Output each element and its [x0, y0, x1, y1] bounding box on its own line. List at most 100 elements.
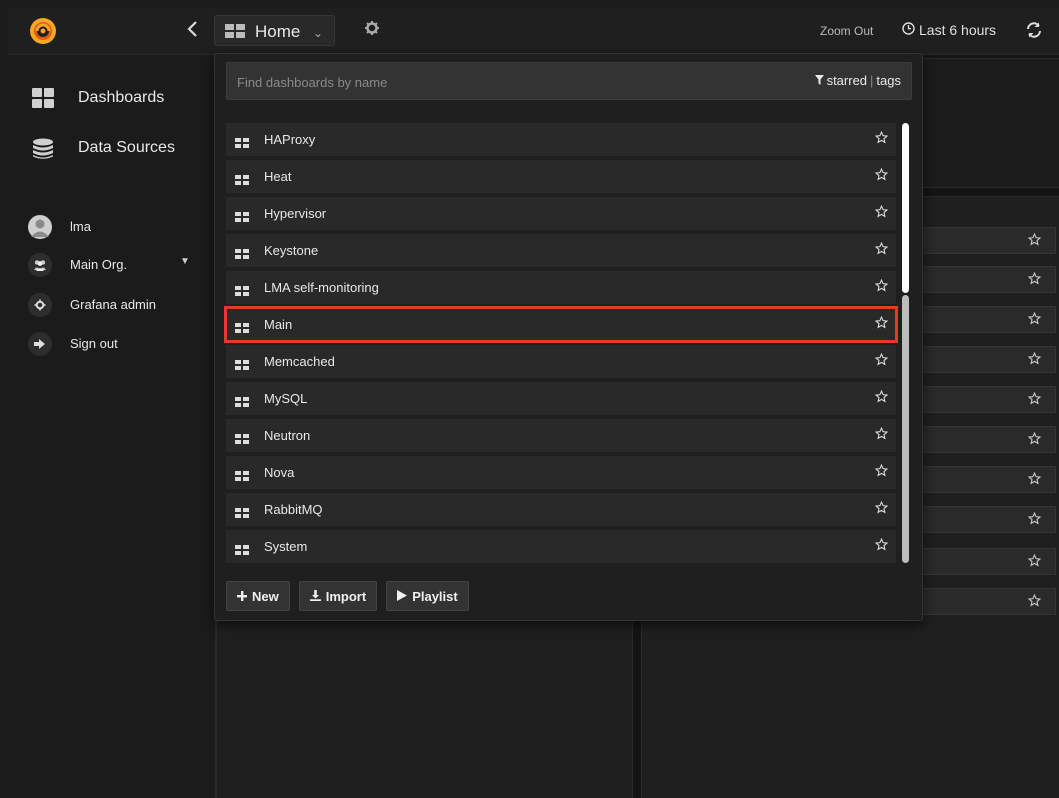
star-icon[interactable] [874, 167, 889, 186]
dashboard-name: LMA self-monitoring [264, 280, 379, 295]
org-switcher[interactable]: Main Org. ▼ [8, 250, 215, 280]
star-icon[interactable] [874, 204, 889, 223]
dashboard-list-item[interactable]: HAProxy [226, 123, 896, 156]
dashboard-name: Hypervisor [264, 206, 327, 221]
star-icon[interactable] [874, 426, 889, 445]
dashboard-grid-icon [235, 505, 249, 523]
sign-out-icon [28, 332, 52, 356]
sidebar-item-dashboards[interactable]: Dashboards [8, 77, 215, 121]
dashboard-list-item[interactable]: Keystone [226, 234, 896, 267]
caret-down-icon: ▼ [180, 256, 190, 267]
dashboard-name: Neutron [264, 428, 311, 443]
download-icon [309, 589, 321, 604]
star-icon [1027, 431, 1042, 450]
dashboard-name: Nova [264, 465, 295, 480]
dashboard-list-item[interactable]: LMA self-monitoring [226, 271, 896, 304]
dropdown-actions: New Import Playlist [226, 581, 469, 611]
dashboard-picker-button[interactable]: Home ⌄ [214, 15, 335, 46]
dashboard-name: HAProxy [264, 132, 316, 147]
star-icon[interactable] [874, 500, 889, 519]
star-icon [1027, 511, 1042, 530]
star-icon[interactable] [874, 278, 889, 297]
dashboard-grid-icon [235, 209, 249, 227]
sign-out-item[interactable]: Sign out [8, 329, 215, 359]
search-filters: starred | tags [814, 73, 901, 88]
dashboard-grid-icon [225, 24, 245, 44]
star-icon[interactable] [874, 537, 889, 556]
dashboard-list-item[interactable]: Memcached [226, 345, 896, 378]
import-dashboard-button[interactable]: Import [298, 581, 378, 611]
refresh-icon[interactable] [1025, 21, 1043, 44]
star-icon[interactable] [874, 352, 889, 371]
dashboard-list-item[interactable]: Neutron [226, 419, 896, 452]
dashboard-list-item[interactable]: MySQL [226, 382, 896, 415]
org-name: Main Org. [70, 257, 128, 272]
dashboard-list-item[interactable]: Hypervisor [226, 197, 896, 230]
dashboard-search-dropdown: starred | tags HAProxy Heat Hypervisor [214, 53, 923, 621]
play-icon [397, 589, 408, 604]
grafana-admin-label: Grafana admin [70, 297, 156, 312]
dashboard-grid-icon [235, 135, 249, 153]
star-icon[interactable] [874, 130, 889, 149]
star-icon [1027, 471, 1042, 490]
star-icon [1027, 232, 1042, 251]
star-icon [1027, 593, 1042, 612]
dashboard-list-item[interactable]: Heat [226, 160, 896, 193]
database-icon [32, 138, 54, 165]
import-button-label: Import [325, 588, 367, 604]
app-frame: Home ⌄ Zoom Out Last 6 hours Dashboards … [8, 8, 1059, 798]
dashboard-grid-icon [235, 468, 249, 486]
dashboard-name: Keystone [264, 243, 319, 258]
dashboard-list-item-highlighted[interactable]: Main [224, 306, 898, 343]
sidebar: Dashboards Data Sources lma Main Org. ▼ [8, 55, 216, 798]
filter-icon [814, 73, 824, 88]
dashboard-list-item[interactable]: RabbitMQ [226, 493, 896, 526]
collapse-sidebar-icon[interactable] [186, 20, 198, 44]
star-icon [1027, 271, 1042, 290]
scrollbar-track[interactable] [902, 123, 909, 293]
dashboard-name: System [264, 539, 308, 554]
sign-out-label: Sign out [70, 336, 118, 351]
star-icon[interactable] [874, 389, 889, 408]
star-icon [1027, 553, 1042, 572]
star-icon [1027, 351, 1042, 370]
dashboard-grid-icon [235, 394, 249, 412]
users-icon [28, 253, 52, 277]
dashboard-grid-icon [235, 320, 249, 338]
star-icon [1027, 391, 1042, 410]
scrollbar-thumb[interactable] [902, 295, 909, 563]
user-profile-item[interactable]: lma [8, 212, 215, 242]
star-icon[interactable] [874, 241, 889, 260]
dashboard-title: Home [255, 22, 301, 41]
sidebar-item-label: Dashboards [78, 89, 165, 106]
grafana-logo-icon[interactable] [28, 16, 58, 46]
gear-icon [28, 293, 52, 317]
sidebar-item-data-sources[interactable]: Data Sources [8, 127, 215, 171]
top-navbar: Home ⌄ Zoom Out Last 6 hours [8, 8, 1059, 55]
dashboard-grid-icon [235, 542, 249, 560]
grafana-admin-item[interactable]: Grafana admin [8, 290, 215, 320]
time-range-label: Last 6 hours [919, 22, 997, 38]
zoom-out-button[interactable]: Zoom Out [820, 24, 873, 38]
dashboard-name: Main [264, 317, 293, 332]
search-box: starred | tags [226, 62, 912, 100]
starred-filter-link[interactable]: starred [827, 73, 867, 88]
star-icon [1027, 311, 1042, 330]
gear-icon[interactable] [364, 20, 380, 41]
dashboard-name: RabbitMQ [264, 502, 323, 517]
dashboard-grid-icon [235, 246, 249, 264]
time-range-picker[interactable]: Last 6 hours [902, 22, 996, 38]
dashboard-grid-icon [235, 283, 249, 301]
search-input[interactable] [235, 71, 719, 93]
tags-filter-link[interactable]: tags [876, 73, 901, 88]
filter-separator: | [870, 73, 874, 88]
dashboard-grid-icon [235, 357, 249, 375]
chevron-down-icon: ⌄ [313, 26, 324, 40]
star-icon[interactable] [874, 315, 889, 334]
star-icon[interactable] [874, 463, 889, 482]
dashboard-list-item[interactable]: Nova [226, 456, 896, 489]
playlist-button[interactable]: Playlist [386, 581, 469, 611]
plus-icon [237, 589, 247, 604]
new-dashboard-button[interactable]: New [226, 581, 290, 611]
dashboard-list-item[interactable]: System [226, 530, 896, 563]
